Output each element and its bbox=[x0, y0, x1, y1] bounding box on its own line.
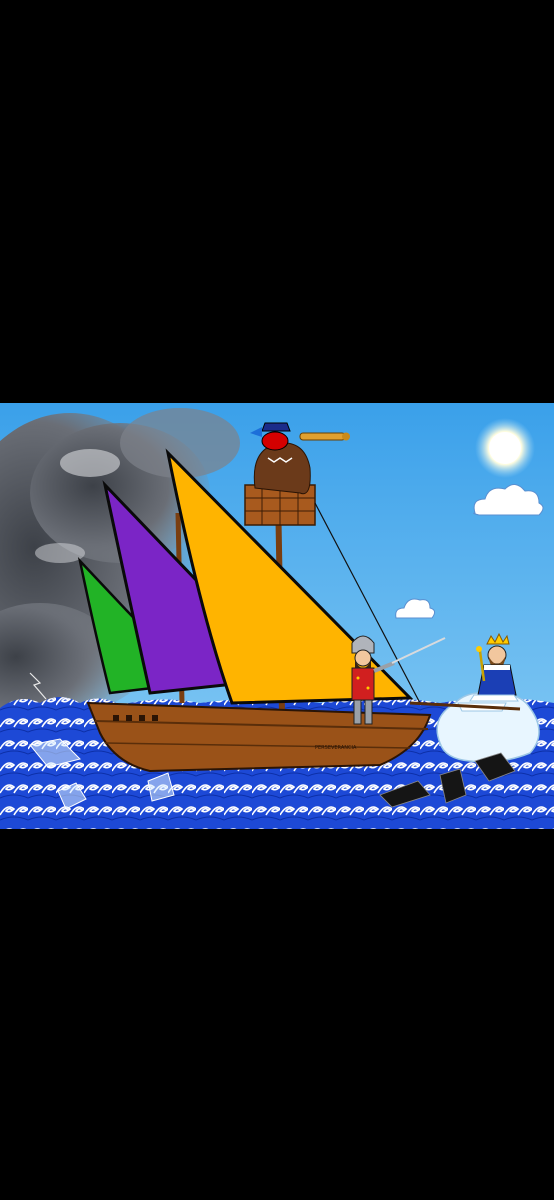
ship-hull: PERSEVERANCIA bbox=[86, 701, 432, 773]
ship-name: PERSEVERANCIA bbox=[315, 745, 357, 751]
cartoon-illustration: PERSEVERANCIA bbox=[0, 403, 554, 829]
